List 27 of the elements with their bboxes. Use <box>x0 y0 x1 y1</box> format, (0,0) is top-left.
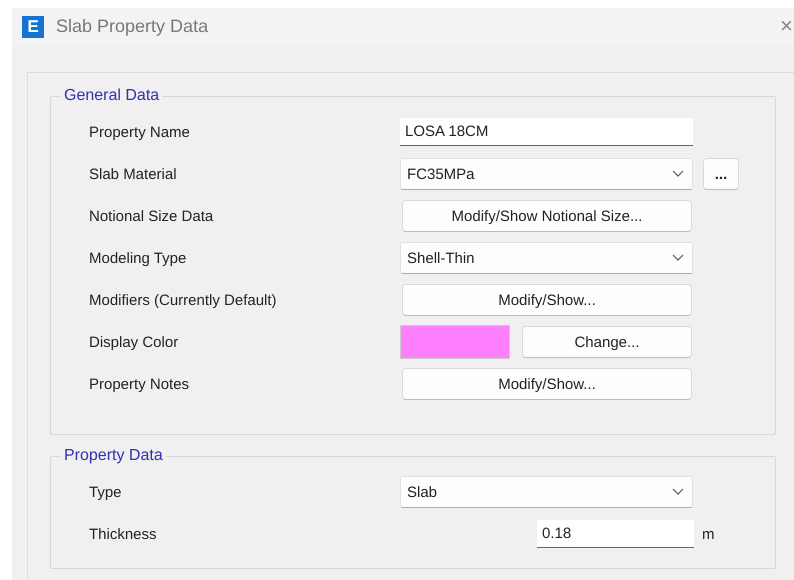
chevron-down-icon <box>672 488 684 496</box>
field-label: Type <box>89 484 123 500</box>
text-field[interactable]: LOSA 18CM <box>400 118 693 146</box>
field-label: Property Notes <box>89 376 190 392</box>
field-label: Display Color <box>89 334 180 350</box>
field-label: Property Name <box>89 124 191 140</box>
field-label: Notional Size Data <box>89 208 214 224</box>
number-field[interactable]: 0.18 <box>537 520 694 548</box>
field-label: Thickness <box>89 526 158 542</box>
dropdown[interactable]: Shell-Thin <box>400 242 693 274</box>
browse-button[interactable]: ... <box>703 158 739 190</box>
group-title: Property Data <box>63 447 164 465</box>
field-label: Modeling Type <box>89 250 188 266</box>
dropdown[interactable]: Slab <box>400 476 693 508</box>
app-icon: E <box>22 16 44 38</box>
dropdown[interactable]: FC35MPa <box>400 158 693 190</box>
field-label: Modifiers (Currently Default) <box>89 292 278 308</box>
action-button[interactable]: Modify/Show... <box>402 368 692 400</box>
action-button[interactable]: Modify/Show Notional Size... <box>402 200 692 232</box>
field-label: Slab Material <box>89 166 178 182</box>
change-button[interactable]: Change... <box>522 326 692 358</box>
action-button[interactable]: Modify/Show... <box>402 284 692 316</box>
unit-label: m <box>702 526 716 542</box>
group-title: General Data <box>63 87 160 105</box>
window-title: Slab Property Data <box>56 16 208 37</box>
chevron-down-icon <box>672 254 684 262</box>
chevron-down-icon <box>672 170 684 178</box>
